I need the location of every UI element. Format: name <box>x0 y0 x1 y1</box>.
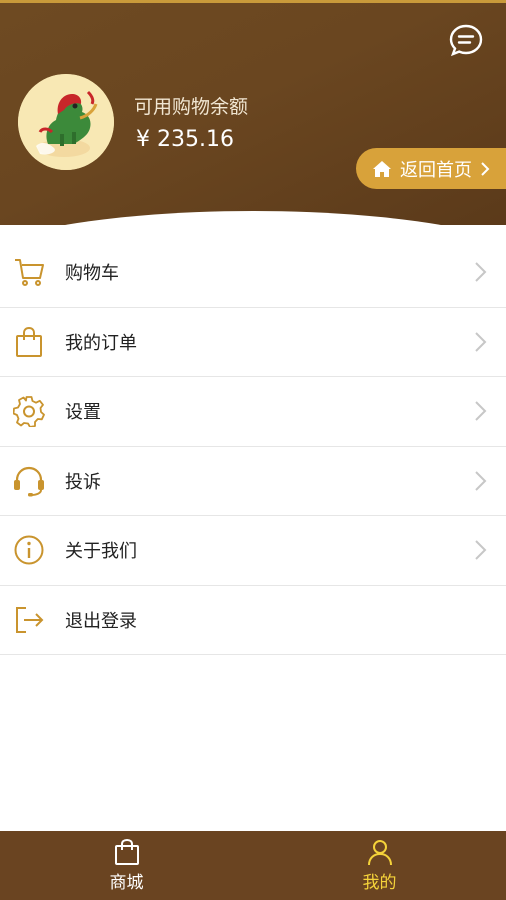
menu-item-label: 退出登录 <box>65 610 137 632</box>
cart-icon <box>13 256 45 288</box>
menu-item-label: 我的订单 <box>65 332 137 354</box>
shop-bag-icon <box>113 838 141 866</box>
chevron-right-icon <box>473 331 487 353</box>
menu-item-label: 购物车 <box>65 263 119 285</box>
chat-bubble-icon <box>449 24 483 57</box>
return-home-label: 返回首页 <box>400 159 472 181</box>
menu-item-complaint[interactable]: 投诉 <box>0 447 506 516</box>
gear-icon <box>13 395 45 428</box>
menu-item-label: 设置 <box>65 402 101 424</box>
bag-icon <box>13 326 45 358</box>
menu-item-settings[interactable]: 设置 <box>0 377 506 447</box>
balance-amount: ¥ 235.16 <box>136 127 234 152</box>
home-icon <box>372 160 392 178</box>
bottom-tab-bar: 商城 我的 <box>0 831 506 900</box>
menu-item-about[interactable]: 关于我们 <box>0 516 506 586</box>
headset-icon <box>13 465 45 497</box>
menu-item-label: 投诉 <box>65 471 101 493</box>
info-icon <box>13 534 45 566</box>
menu-item-logout[interactable]: 退出登录 <box>0 586 506 655</box>
logout-icon <box>13 604 45 636</box>
chevron-right-icon <box>473 400 487 422</box>
profile-header: 可用购物余额 ¥ 235.16 返回首页 <box>0 0 506 225</box>
tab-label: 我的 <box>362 873 397 893</box>
tab-mine[interactable]: 我的 <box>253 831 506 900</box>
chevron-right-icon <box>473 261 487 283</box>
tab-label: 商城 <box>109 873 144 893</box>
chevron-right-icon <box>473 539 487 561</box>
avatar[interactable] <box>18 74 114 170</box>
return-home-button[interactable]: 返回首页 <box>356 148 506 189</box>
user-icon <box>366 838 394 866</box>
chevron-right-icon <box>473 470 487 492</box>
qilin-logo <box>18 74 114 170</box>
header-curve <box>0 211 506 225</box>
menu-list: 购物车 我的订单 设置 投诉 关于我们 退出登录 <box>0 238 506 655</box>
tab-shop[interactable]: 商城 <box>0 831 253 900</box>
balance-label: 可用购物余额 <box>134 96 249 118</box>
menu-item-label: 关于我们 <box>65 541 137 563</box>
chevron-right-icon <box>480 161 490 176</box>
message-button[interactable] <box>448 23 484 59</box>
menu-item-cart[interactable]: 购物车 <box>0 238 506 308</box>
menu-item-orders[interactable]: 我的订单 <box>0 308 506 377</box>
